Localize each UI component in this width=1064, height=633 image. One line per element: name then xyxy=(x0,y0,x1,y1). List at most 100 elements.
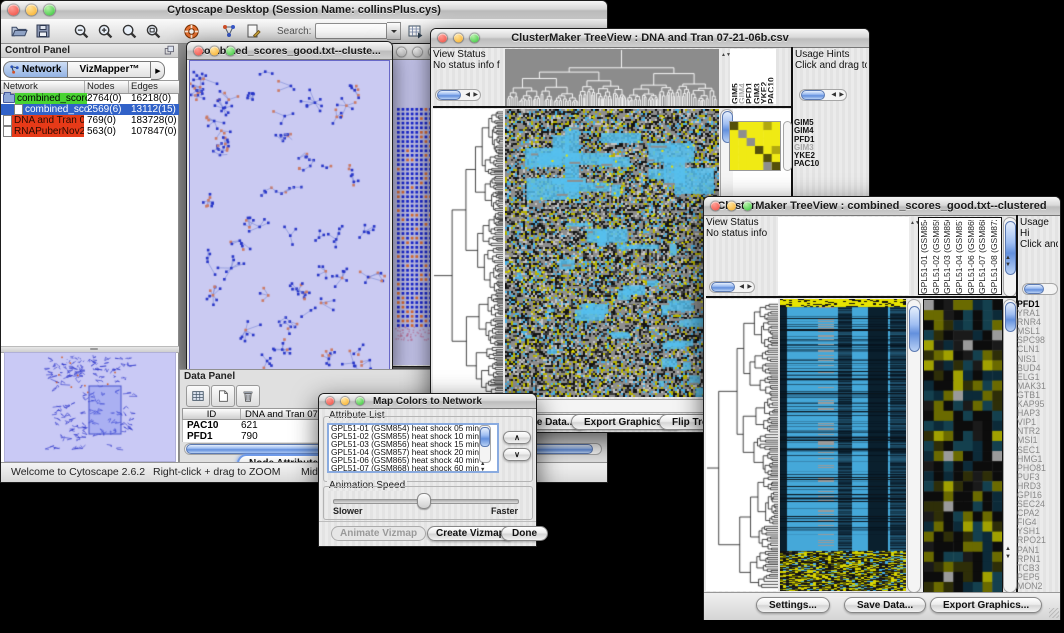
speed-slider-thumb[interactable] xyxy=(417,493,431,509)
zoom-vscrollbar[interactable] xyxy=(783,121,792,171)
close-icon[interactable] xyxy=(397,47,406,56)
global-heatmap-canvas[interactable] xyxy=(505,109,719,397)
column-dendrogram-canvas[interactable] xyxy=(505,49,719,106)
birdseye-overview[interactable] xyxy=(4,352,176,462)
main-titlebar[interactable]: Cytoscape Desktop (Session Name: collins… xyxy=(1,1,607,20)
move-up-button[interactable]: ∧ xyxy=(503,431,531,444)
zoom-fit-icon[interactable] xyxy=(143,21,163,41)
search-input[interactable] xyxy=(315,23,387,39)
zoom-out-icon[interactable] xyxy=(71,21,91,41)
scroll-arrow-buttons[interactable]: ▲ ▼ xyxy=(1005,255,1011,269)
treeview-action-button[interactable]: Export Graphics... xyxy=(930,597,1042,613)
search-dropdown-arrow[interactable] xyxy=(387,22,401,40)
minimize-icon[interactable] xyxy=(341,397,349,405)
network-list-row[interactable]: combined_sco 2569(6) 13112(15) xyxy=(1,104,179,115)
scroll-arrow-buttons[interactable]: ▲ ▼ xyxy=(1005,545,1011,561)
row-dendrogram-canvas[interactable] xyxy=(433,109,503,397)
move-down-button[interactable]: ∨ xyxy=(503,448,531,461)
tv2-titlebar[interactable]: ClusterMaker TreeView : combined_scores_… xyxy=(704,197,1060,216)
gene-name[interactable]: MON2 xyxy=(1017,582,1046,591)
usage-hints-scrollbar[interactable] xyxy=(1022,283,1058,295)
overview-canvas[interactable] xyxy=(5,353,173,459)
float-panel-icon[interactable] xyxy=(164,45,175,61)
zoom-window-icon[interactable] xyxy=(226,46,235,55)
left-arrow-icon[interactable]: ◀ xyxy=(831,92,836,98)
gene-name[interactable]: PAC10 xyxy=(794,160,819,168)
usage-hints-scrollbar[interactable]: ◀ ▶ xyxy=(799,89,847,101)
col-id[interactable]: ID xyxy=(183,409,241,419)
zoom-window-icon[interactable] xyxy=(470,34,479,43)
resize-grip[interactable] xyxy=(1049,608,1059,618)
scroll-arrow-buttons[interactable]: ▲ ▼ xyxy=(480,462,485,473)
tv1-titlebar[interactable]: ClusterMaker TreeView : DNA and Tran 07-… xyxy=(431,29,869,48)
zoom-heatmap-canvas[interactable] xyxy=(729,121,781,171)
network-list-row[interactable]: DNA and Tran 07 769(0) 183728(0) xyxy=(1,115,179,126)
attribute-select-icon[interactable] xyxy=(186,385,210,407)
network-list-row[interactable]: RNAPuberNov2+| 563(0) 107847(0) xyxy=(1,126,179,137)
dialog-titlebar[interactable]: Map Colors to Network xyxy=(319,394,536,409)
zoom-selected-icon[interactable] xyxy=(119,21,139,41)
new-attribute-icon[interactable] xyxy=(211,385,235,407)
left-arrow-icon[interactable]: ◀ xyxy=(465,92,470,98)
open-session-button[interactable] xyxy=(9,21,29,41)
tab-vizmapper[interactable]: VizMapper™ xyxy=(68,61,151,78)
column-dendrogram-area[interactable] xyxy=(778,217,909,295)
minimize-icon[interactable] xyxy=(210,46,219,55)
global-heatmap-canvas[interactable] xyxy=(780,299,906,591)
scroll-thumb[interactable] xyxy=(1024,284,1044,294)
animate-vizmap-button[interactable]: Animate Vizmap xyxy=(331,526,426,541)
close-icon[interactable] xyxy=(8,5,19,16)
down-arrow-icon[interactable]: ▼ xyxy=(480,468,485,474)
annotation-icon[interactable] xyxy=(243,21,263,41)
done-button[interactable]: Done xyxy=(501,526,548,541)
close-icon[interactable] xyxy=(194,46,203,55)
close-icon[interactable] xyxy=(711,202,720,211)
scroll-thumb[interactable] xyxy=(711,282,735,292)
attribute-list-item[interactable]: GPL51-07 (GSM868) heat shock 60 min xyxy=(329,465,497,473)
col-edges[interactable]: Edges xyxy=(129,81,177,93)
zoom-window-icon[interactable] xyxy=(356,397,364,405)
zoom-window-icon[interactable] xyxy=(743,202,752,211)
left-arrow-icon[interactable]: ◀ xyxy=(739,284,744,290)
zoom-heatmap-canvas[interactable] xyxy=(923,299,1003,593)
import-table-icon[interactable] xyxy=(405,21,425,41)
attribute-list-scrollbar[interactable] xyxy=(479,425,491,463)
up-arrow-icon[interactable]: ▲ xyxy=(1005,255,1011,262)
zoom-window-icon[interactable] xyxy=(44,5,55,16)
col-nodes[interactable]: Nodes xyxy=(85,81,129,93)
tab-network[interactable]: Network xyxy=(3,61,68,78)
col-network[interactable]: Network xyxy=(1,81,85,93)
network-list-row[interactable]: combined_scores 2764(0) 16218(0) xyxy=(1,93,179,104)
delete-attribute-trash-icon[interactable] xyxy=(236,385,260,407)
view-status-scrollbar[interactable]: ◀ ▶ xyxy=(709,281,755,293)
scroll-thumb[interactable] xyxy=(437,90,461,100)
scroll-thumb[interactable] xyxy=(480,427,490,447)
minimize-icon[interactable] xyxy=(454,34,463,43)
scroll-thumb[interactable] xyxy=(909,306,920,352)
right-arrow-icon[interactable]: ▶ xyxy=(473,92,478,98)
down-arrow-icon[interactable]: ▼ xyxy=(1005,553,1011,561)
right-arrow-icon[interactable]: ▶ xyxy=(747,284,752,290)
tab-overflow-arrow[interactable]: ▶ xyxy=(151,61,165,80)
global-vscrollbar[interactable] xyxy=(907,299,921,593)
view-status-scrollbar[interactable]: ◀ ▶ xyxy=(435,89,481,101)
right-arrow-icon[interactable]: ▶ xyxy=(839,92,844,98)
zoom-in-icon[interactable] xyxy=(95,21,115,41)
scroll-thumb[interactable] xyxy=(801,90,825,100)
network-canvas[interactable] xyxy=(189,60,390,372)
save-session-button[interactable] xyxy=(33,21,53,41)
up-arrow-icon[interactable]: ▲ xyxy=(1005,545,1011,553)
net1-titlebar[interactable]: combined_scores_good.txt--cluste... xyxy=(187,42,392,60)
minimize-icon[interactable] xyxy=(727,202,736,211)
treeview-action-button[interactable]: Save Data... xyxy=(844,597,926,613)
scroll-thumb[interactable] xyxy=(1005,302,1016,332)
minimize-icon[interactable] xyxy=(26,5,37,16)
attribute-listbox[interactable]: GPL51-01 (GSM854) heat shock 05 minGPL51… xyxy=(327,423,499,473)
treeview-action-button[interactable]: Settings... xyxy=(756,597,830,613)
minimize-icon[interactable] xyxy=(413,47,422,56)
close-icon[interactable] xyxy=(326,397,334,405)
new-network-icon[interactable] xyxy=(219,21,239,41)
close-icon[interactable] xyxy=(438,34,447,43)
help-lifering-icon[interactable] xyxy=(181,21,201,41)
row-dendrogram-canvas[interactable] xyxy=(706,299,778,591)
